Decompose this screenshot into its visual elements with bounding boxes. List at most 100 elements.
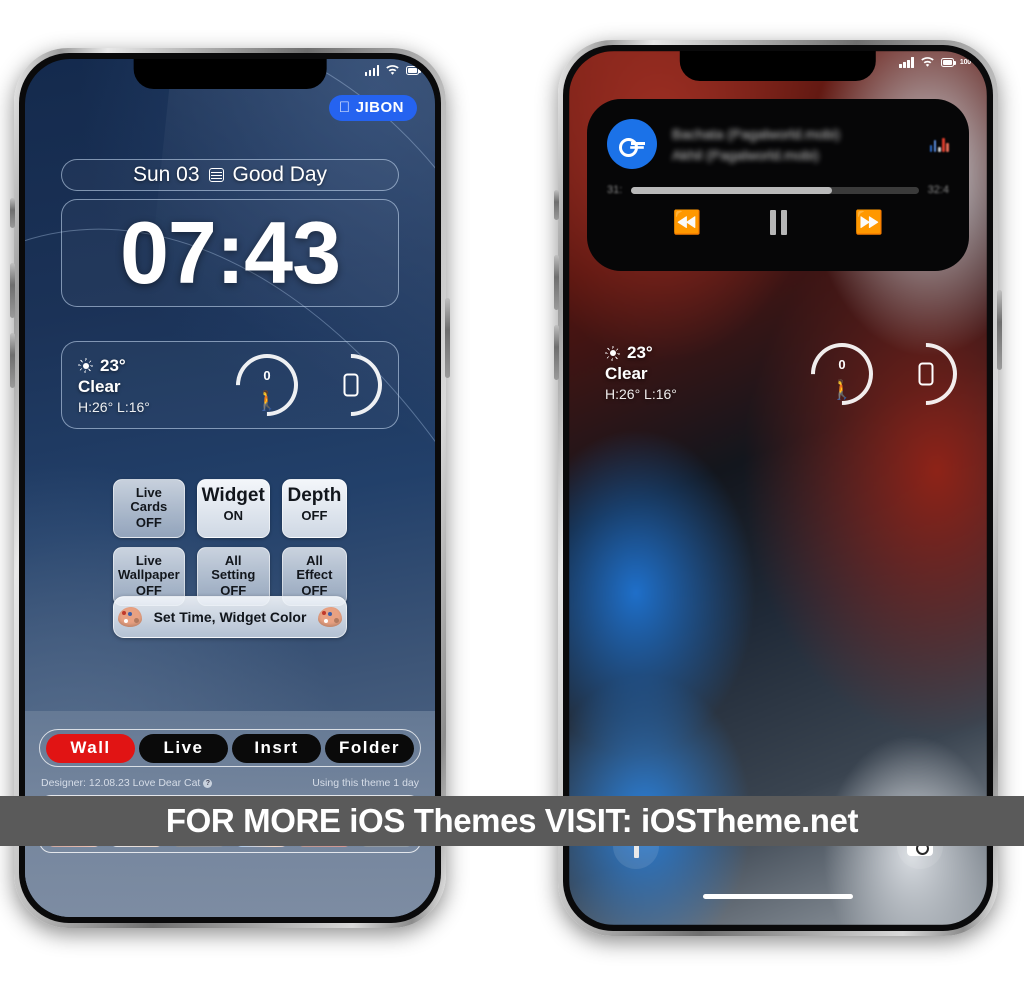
tab-wall[interactable]: Wall <box>46 733 135 763</box>
now-playing-header: Bachata (Pagalworld.mobi) Akhil (Pagalwo… <box>607 119 949 169</box>
sun-icon <box>605 346 620 361</box>
volume-down-button[interactable] <box>554 325 559 380</box>
clock-widget[interactable]: 07:43 <box>61 199 399 307</box>
steps-value: 0 <box>263 368 271 383</box>
battery-icon <box>940 58 956 67</box>
wifi-icon <box>921 57 934 67</box>
designer-info: Designer: 12.08.23 Love Dear Cat? <box>41 777 213 789</box>
remaining-time: 32:4 <box>927 184 949 196</box>
right-activity-gauges: 0 🚶 <box>798 330 970 418</box>
sun-icon <box>78 358 93 373</box>
tab-folder[interactable]: Folder <box>325 733 414 763</box>
battery-icon <box>406 66 421 75</box>
toggle-live-cards[interactable]: Live Cards OFF <box>113 479 185 539</box>
right-status-bar: 100 <box>899 57 971 68</box>
date-text: Sun 03 <box>132 163 200 186</box>
playback-controls: ⏪ ⏩ <box>607 210 949 235</box>
left-status-bar <box>364 65 421 76</box>
toggle-widget[interactable]: Widget ON <box>196 479 270 539</box>
set-color-label: Set Time, Widget Color <box>153 609 307 625</box>
steps-gauge-widget[interactable]: 0 🚶 <box>223 341 311 429</box>
weather-high-low: H:26° L:16° <box>605 386 677 402</box>
steps-ring <box>223 341 311 429</box>
signal-bars-icon <box>364 65 379 76</box>
left-phone-screen:  JIBON Sun 03 Good Day 07:43 23° <box>25 59 435 917</box>
rewind-button[interactable]: ⏪ <box>673 211 702 234</box>
designer-text: Designer: 12.08.23 Love Dear Cat <box>41 777 201 789</box>
theme-meta-line: Designer: 12.08.23 Love Dear Cat? Using … <box>41 777 419 789</box>
toggle-state: OFF <box>135 515 162 531</box>
equalizer-icon <box>929 137 949 152</box>
volume-down-button[interactable] <box>10 333 15 388</box>
steps-value: 0 <box>838 357 846 372</box>
volume-up-button[interactable] <box>554 255 559 310</box>
power-button[interactable] <box>445 298 450 378</box>
toggle-label: All Effect <box>296 553 333 583</box>
volume-up-button[interactable] <box>10 263 15 318</box>
wifi-icon <box>386 65 399 75</box>
info-icon[interactable]: ? <box>203 779 213 788</box>
weather-condition: Clear <box>78 376 121 396</box>
playback-progress-row: 31: 32:4 <box>607 184 949 196</box>
battery-percent: 100 <box>959 59 971 66</box>
phone-glyph-icon <box>343 373 359 397</box>
phone-gauge-widget[interactable] <box>882 330 970 418</box>
promo-banner: FOR MORE iOS Themes VISIT: iOSTheme.net <box>0 796 1024 846</box>
jibon-badge[interactable]:  JIBON <box>328 95 417 121</box>
left-notch <box>133 59 327 89</box>
toggle-label: Widget <box>201 485 265 506</box>
walking-person-icon: 🚶 <box>255 391 279 412</box>
toggle-grid: Live Cards OFF Widget ON Depth OFF Live … <box>113 479 347 607</box>
date-widget[interactable]: Sun 03 Good Day <box>61 159 399 191</box>
now-playing-card[interactable]: Bachata (Pagalworld.mobi) Akhil (Pagalwo… <box>587 99 969 271</box>
power-button[interactable] <box>997 290 1002 370</box>
weather-widget-row: 23° Clear H:26° L:16° 0 🚶 <box>61 341 399 429</box>
steps-gauge-widget[interactable]: 0 🚶 <box>798 330 886 418</box>
promo-banner-text: FOR MORE iOS Themes VISIT: iOSTheme.net <box>165 802 859 839</box>
weather-high-low: H:26° L:16° <box>78 398 150 415</box>
playback-scrubber[interactable] <box>631 186 919 194</box>
weather-temperature: 23° <box>100 355 126 375</box>
greeting-text: Good Day <box>232 163 328 186</box>
toggle-label: Depth <box>287 485 342 506</box>
palette-icon <box>318 607 343 627</box>
forward-button[interactable]: ⏩ <box>855 211 884 234</box>
toggle-depth[interactable]: Depth OFF <box>281 479 347 539</box>
track-title: Bachata (Pagalworld.mobi) <box>672 125 841 142</box>
weather-widget[interactable]: 23° Clear H:26° L:16° <box>78 356 150 415</box>
playback-progress-fill <box>631 186 833 194</box>
elapsed-time: 31: <box>607 184 623 196</box>
weather-condition: Clear <box>605 364 648 383</box>
track-artist: Akhil (Pagalworld.mobi) <box>672 146 820 163</box>
screenshot-canvas:  JIBON Sun 03 Good Day 07:43 23° <box>0 0 1024 983</box>
apple-logo-icon:  <box>339 100 351 115</box>
steps-ring <box>798 330 886 418</box>
home-indicator[interactable] <box>703 894 853 899</box>
walking-person-icon: 🚶 <box>830 380 854 401</box>
activity-gauges: 0 🚶 <box>223 341 395 429</box>
tab-insrt[interactable]: Insrt <box>232 733 321 763</box>
clock-time: 07:43 <box>119 203 341 302</box>
toggle-label: Live Wallpaper <box>118 553 180 583</box>
theme-tab-bar: Wall Live Insrt Folder <box>39 729 421 767</box>
usage-text: Using this theme 1 day <box>312 777 419 789</box>
jibon-label: JIBON <box>355 99 404 116</box>
toggle-state: ON <box>223 507 243 523</box>
phone-glyph-icon <box>918 362 934 386</box>
weather-temperature: 23° <box>627 343 653 362</box>
mute-switch[interactable] <box>10 198 15 228</box>
right-notch <box>679 51 877 81</box>
toggle-label: All Setting <box>211 553 256 583</box>
toggle-state: OFF <box>301 507 328 523</box>
mute-switch[interactable] <box>554 190 559 220</box>
phone-gauge-widget[interactable] <box>307 341 395 429</box>
right-weather-widget[interactable]: 23° Clear H:26° L:16° <box>605 343 677 402</box>
toggle-label: Live Cards <box>130 485 168 515</box>
calendar-icon <box>208 168 224 182</box>
set-time-widget-color-button[interactable]: Set Time, Widget Color <box>113 596 347 638</box>
pause-button[interactable] <box>769 210 787 235</box>
right-phone-screen: 07:43 100 Bachata (Pagalworld.mobi) <box>569 51 987 925</box>
tab-live[interactable]: Live <box>139 733 228 763</box>
key-icon <box>607 119 657 169</box>
signal-bars-icon <box>899 57 914 68</box>
